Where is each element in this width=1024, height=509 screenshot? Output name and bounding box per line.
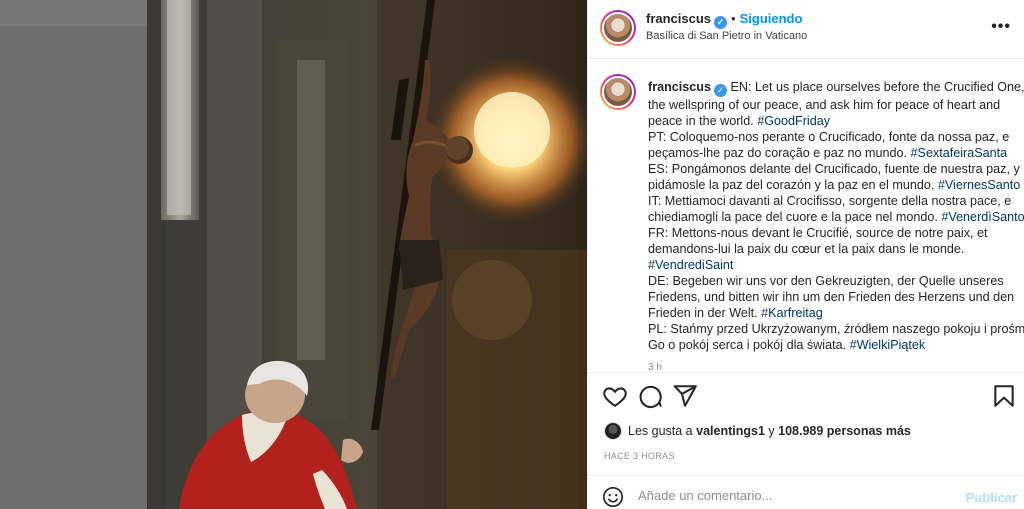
emoji-smile-icon[interactable] xyxy=(602,486,624,508)
post-time-ago[interactable]: HACE 3 HORAS xyxy=(604,451,675,461)
hashtag-link[interactable]: #Karfreitag xyxy=(761,306,823,320)
caption-line-text: FR: Mettons-nous devant le Crucifié, sou… xyxy=(648,226,988,240)
caption-timestamp: 3 h xyxy=(648,362,662,372)
verified-badge-icon: ✓ xyxy=(714,16,728,29)
caption-verified-badge-icon: ✓ xyxy=(714,84,727,97)
caption-line-text: the wellspring of our peace, and ask him… xyxy=(648,98,1001,112)
add-comment-bar: Publicar xyxy=(588,475,1024,509)
caption-author-avatar[interactable] xyxy=(600,74,636,110)
post-actions-bar xyxy=(588,372,1024,418)
caption-line: #VendrediSaint xyxy=(648,257,1023,273)
caption-line: PL: Stańmy przed Ukrzyżowanym, źródłem n… xyxy=(648,321,1024,337)
caption-line-text: pidámosle la paz del corazón y la paz en… xyxy=(648,178,938,192)
bookmark-icon[interactable] xyxy=(991,383,1017,409)
location-link[interactable]: Basílica di San Pietro in Vaticano xyxy=(646,30,807,42)
caption-line: DE: Begeben wir uns vor den Gekreuzigten… xyxy=(648,273,1023,289)
hashtag-link[interactable]: #ViernesSanto xyxy=(938,178,1020,192)
caption-line-text: Friedens, und bitten wir ihn um den Frie… xyxy=(648,290,1015,304)
caption-line-text: ES: Pongámonos delante del Crucificado, … xyxy=(648,162,1020,176)
caption-line-text: IT: Mettiamoci davanti al Crocifisso, so… xyxy=(648,194,1012,208)
liker-avatar[interactable] xyxy=(604,422,622,440)
caption-line: franciscus ✓ EN: Let us place ourselves b… xyxy=(648,79,1024,97)
more-options-icon[interactable]: ••• xyxy=(991,18,1011,36)
caption-line-text: peçamos-lhe paz do coração e paz no mund… xyxy=(648,146,911,160)
backdrop-top-strip xyxy=(0,0,147,26)
caption-line: demandons-lui la paix du cœur et la paix… xyxy=(648,241,1023,257)
caption-line: IT: Mettiamoci davanti al Crocifisso, so… xyxy=(648,193,1023,209)
caption-line-text: DE: Begeben wir uns vor den Gekreuzigten… xyxy=(648,274,1004,288)
author-avatar-image xyxy=(602,12,634,44)
hashtag-link[interactable]: #GoodFriday xyxy=(757,114,830,128)
post-photo[interactable] xyxy=(147,0,587,509)
comment-input[interactable] xyxy=(638,484,958,506)
post-header: franciscus ✓ • Siguiendo Basílica di San Pi… xyxy=(588,0,1024,59)
header-user-row: franciscus ✓ • Siguiendo xyxy=(646,11,802,29)
caption-line: Friedens, und bitten wir ihn um den Frie… xyxy=(648,289,1023,305)
instagram-post-modal: franciscus ✓ • Siguiendo Basílica di San Pi… xyxy=(0,0,1024,509)
caption-line: FR: Mettons-nous devant le Crucifié, sou… xyxy=(648,225,1023,241)
hashtag-link[interactable]: #WielkiPiątek xyxy=(850,338,926,352)
likes-prefix: Les gusta a xyxy=(628,424,693,438)
author-username-link[interactable]: franciscus xyxy=(646,11,711,26)
liker-username-link[interactable]: valentings1 xyxy=(696,424,765,438)
hashtag-link[interactable]: #VendrediSaint xyxy=(648,258,733,272)
caption-line-text: EN: Let us place ourselves before the Cr… xyxy=(730,80,1024,94)
post-details-panel: franciscus ✓ • Siguiendo Basílica di San Pi… xyxy=(587,0,1024,509)
modal-backdrop[interactable] xyxy=(0,0,147,509)
caption-line: Go o pokój serca i pokój dla świata. #Wi… xyxy=(648,337,1023,353)
hashtag-link[interactable]: #VenerdìSanto xyxy=(941,210,1024,224)
likes-summary: Les gusta a valentings1 y 108.989 person… xyxy=(604,421,911,441)
caption-line: pidámosle la paz del corazón y la paz en… xyxy=(648,177,1023,193)
publish-comment-button[interactable]: Publicar xyxy=(966,490,1017,505)
caption-line-text: PT: Coloquemo-nos perante o Crucificado,… xyxy=(648,130,1010,144)
hashtag-link[interactable]: #SextafeiraSanta xyxy=(911,146,1008,160)
likes-connector: y xyxy=(768,424,775,438)
caption-line-text: chiediamogli la pace del cuore e la pace… xyxy=(648,210,942,224)
heart-icon[interactable] xyxy=(602,383,628,409)
caption-line: peçamos-lhe paz do coração e paz no mund… xyxy=(648,145,1023,161)
crucifix-photo-illustration xyxy=(147,0,587,509)
caption-line: Frieden in der Welt. #Karfreitag xyxy=(648,305,1023,321)
caption-line-text: Frieden in der Welt. xyxy=(648,306,762,320)
caption-username-link[interactable]: franciscus xyxy=(648,80,711,94)
caption-line: PT: Coloquemo-nos perante o Crucificado,… xyxy=(648,129,1023,145)
caption-line: ES: Pongámonos delante del Crucificado, … xyxy=(648,161,1023,177)
separator-dot: • xyxy=(731,11,736,26)
caption-line-text: demandons-lui la paix du cœur et la paix… xyxy=(648,242,965,256)
caption-line: peace in the world. #GoodFriday xyxy=(648,113,1023,129)
caption-line-text: peace in the world. xyxy=(648,114,758,128)
likes-count-link[interactable]: 108.989 personas más xyxy=(778,424,911,438)
comment-bubble-icon[interactable] xyxy=(637,383,663,409)
author-avatar[interactable] xyxy=(600,10,636,46)
caption-avatar-image xyxy=(602,76,634,108)
paper-plane-icon[interactable] xyxy=(672,383,698,409)
caption-line: the wellspring of our peace, and ask him… xyxy=(648,97,1023,113)
following-button[interactable]: Siguiendo xyxy=(740,11,803,26)
caption-line: chiediamogli la pace del cuore e la pace… xyxy=(648,209,1024,225)
caption-line-text: Go o pokój serca i pokój dla świata. xyxy=(648,338,850,352)
caption-line-text: PL: Stańmy przed Ukrzyżowanym, źródłem n… xyxy=(648,322,1024,336)
caption-scroll-area[interactable]: franciscus ✓ EN: Let us place ourselves b… xyxy=(588,60,1024,372)
caption-text: franciscus ✓ EN: Let us place ourselves b… xyxy=(648,79,1024,353)
